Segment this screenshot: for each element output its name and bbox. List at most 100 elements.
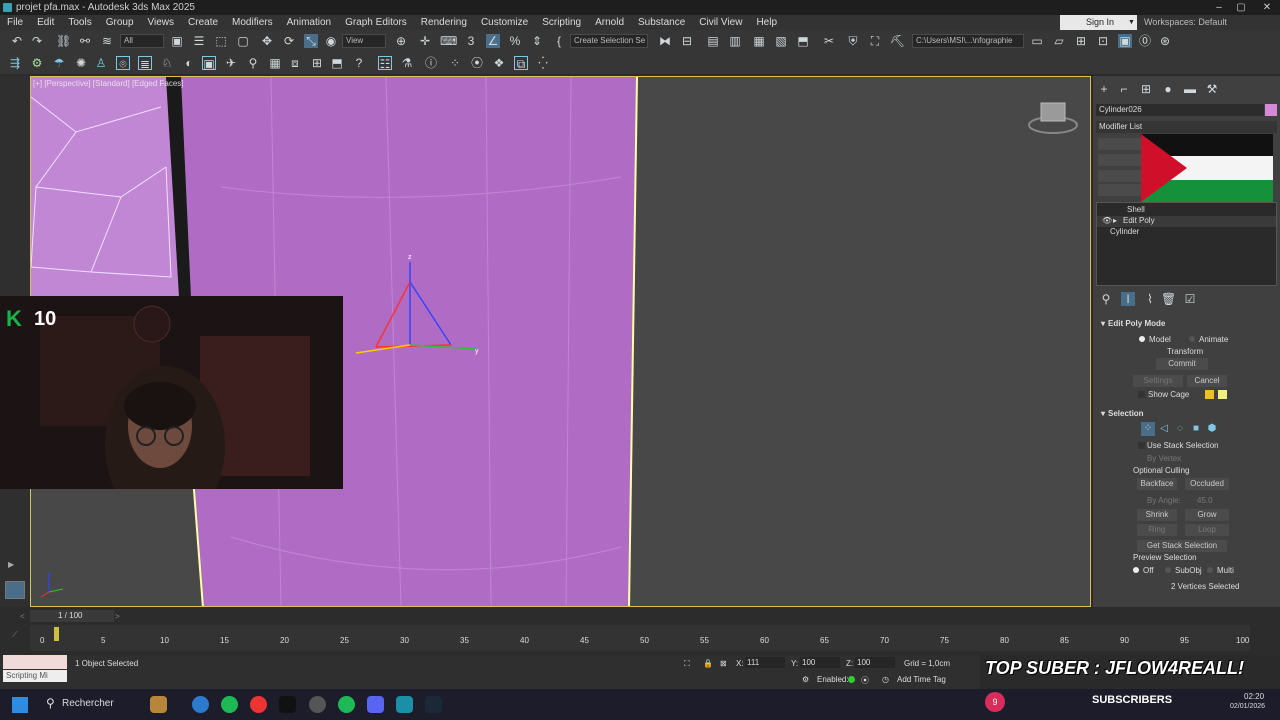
menu-civil-view[interactable]: Civil View xyxy=(692,15,749,30)
menu-tools[interactable]: Tools xyxy=(61,15,98,30)
menu-modifiers[interactable]: Modifiers xyxy=(225,15,280,30)
target-icon[interactable]: ♙ xyxy=(94,56,108,70)
menu-help[interactable]: Help xyxy=(749,15,784,30)
frame-icon[interactable]: ⧈ xyxy=(288,56,302,70)
move-icon[interactable]: ✥ xyxy=(260,34,274,48)
element-mode-icon[interactable]: ⬢ xyxy=(1205,422,1219,436)
snaps-toggle-icon[interactable]: 3 xyxy=(464,34,478,48)
maxscript-listener[interactable] xyxy=(3,655,67,669)
spinner-snap-icon[interactable]: ⇕ xyxy=(530,34,544,48)
curve-editor-toggle-icon[interactable]: ⟋ xyxy=(12,630,18,640)
mirror-icon[interactable]: ⧓ xyxy=(658,34,672,48)
maxscript-mini-input[interactable]: Scripting Mi xyxy=(3,670,67,682)
modifier-shortcut-button[interactable] xyxy=(1098,184,1143,196)
edge-browser-icon[interactable] xyxy=(192,696,209,713)
menu-file[interactable]: File xyxy=(0,15,30,30)
viewport-label[interactable]: [+] [Perspective] [Standard] [Edged Face… xyxy=(33,79,184,88)
scene-icon[interactable]: ⚙ xyxy=(30,56,44,70)
weather-widget-icon[interactable] xyxy=(150,696,167,713)
grow-button[interactable]: Grow xyxy=(1185,509,1229,521)
wand-icon[interactable]: ⚗ xyxy=(400,56,414,70)
menu-arnold[interactable]: Arnold xyxy=(588,15,631,30)
command-panel-toggle-icon[interactable]: ▣ xyxy=(1118,34,1132,48)
pivot-center-icon[interactable]: ⊕ xyxy=(394,34,408,48)
selection-filter[interactable]: All xyxy=(120,34,164,48)
modifier-list-dropdown[interactable]: Modifier List xyxy=(1096,121,1277,133)
project-folder-icon[interactable]: ▱ xyxy=(1052,34,1066,48)
scale-icon[interactable]: ⤡ xyxy=(304,34,318,48)
unlink-icon[interactable]: ⚯ xyxy=(78,34,92,48)
model-radio[interactable] xyxy=(1139,336,1145,342)
tiktok-icon[interactable] xyxy=(279,696,296,713)
preview-subobj-radio[interactable] xyxy=(1165,567,1171,573)
light-icon[interactable]: ☂ xyxy=(52,56,66,70)
remove-modifier-icon[interactable]: 🗑 xyxy=(1161,292,1176,306)
select-object-icon[interactable]: ▣ xyxy=(170,34,184,48)
render-setup-icon[interactable]: ✂ xyxy=(822,34,836,48)
modifier-shortcut-button[interactable] xyxy=(1098,154,1143,166)
dots-icon[interactable]: ⁘ xyxy=(448,56,462,70)
selection-title[interactable]: Selection xyxy=(1108,409,1144,418)
project-path[interactable]: C:\Users\MSI\...\nfographie xyxy=(912,34,1024,48)
rectangular-selection-icon[interactable]: ⬚ xyxy=(214,34,228,48)
utilities-tab-icon[interactable]: ⚒ xyxy=(1205,82,1219,96)
bind-space-warp-icon[interactable]: ≋ xyxy=(100,34,114,48)
enabled-indicator[interactable] xyxy=(848,676,855,683)
stack-item-edit-poly[interactable]: 👁 ▸ Edit Poly xyxy=(1097,216,1276,227)
workspaces-select[interactable]: Workspaces: Default xyxy=(1144,15,1227,30)
layer-explorer-icon[interactable]: ▥ xyxy=(728,34,742,48)
rollout-toggle-icon[interactable]: ▾ xyxy=(1101,409,1105,418)
material-editor-icon[interactable]: ⬒ xyxy=(796,34,810,48)
ring-button[interactable]: Ring xyxy=(1137,524,1177,536)
globe-icon[interactable]: ⊛ xyxy=(1158,34,1172,48)
camera-icon[interactable]: ⌾ xyxy=(116,56,130,71)
search-box[interactable]: Rechercher xyxy=(62,698,114,709)
chrome-icon[interactable] xyxy=(250,696,267,713)
maximize-button[interactable]: ▢ xyxy=(1230,0,1252,15)
modify-tab-icon[interactable]: ⌐ xyxy=(1117,82,1131,96)
render-icon[interactable]: ⛶ xyxy=(868,34,882,48)
spotify-icon[interactable] xyxy=(221,696,238,713)
time-cursor[interactable] xyxy=(54,627,59,641)
reference-coordinate-select[interactable]: View xyxy=(342,34,386,48)
spotify-alt-icon[interactable] xyxy=(338,696,355,713)
schematic-view-icon[interactable]: ▧ xyxy=(774,34,788,48)
window-crossing-icon[interactable]: ▢ xyxy=(236,34,250,48)
angle-snap-icon[interactable]: ∠ xyxy=(486,34,500,48)
pin-stack-icon[interactable]: ⚲ xyxy=(1099,292,1113,306)
expand-arrow-icon[interactable]: ▸ xyxy=(1113,216,1117,225)
app-icon[interactable] xyxy=(309,696,326,713)
expand-arrow-icon[interactable]: ▶ xyxy=(8,560,14,569)
loop-button[interactable]: Loop xyxy=(1185,524,1229,536)
menu-group[interactable]: Group xyxy=(99,15,141,30)
3dsmax-icon[interactable] xyxy=(396,696,413,713)
minimize-button[interactable]: – xyxy=(1208,0,1230,15)
bone-icon[interactable]: ♘ xyxy=(160,56,174,70)
make-unique-icon[interactable]: ⌇ xyxy=(1143,292,1157,306)
preview-multi-radio[interactable] xyxy=(1207,567,1213,573)
hierarchy-tab-icon[interactable]: ⊞ xyxy=(1139,82,1153,96)
windows-start-icon[interactable] xyxy=(12,697,28,713)
absolute-mode-icon[interactable]: ⊠ xyxy=(720,659,727,668)
use-stack-checkbox[interactable] xyxy=(1138,442,1145,449)
menu-edit[interactable]: Edit xyxy=(30,15,61,30)
cage-color-swatch[interactable] xyxy=(1205,390,1214,399)
select-manipulate-icon[interactable]: ✛ xyxy=(418,34,432,48)
render-frame-icon[interactable]: ▣ xyxy=(202,56,216,71)
stack-item-cylinder[interactable]: Cylinder xyxy=(1097,227,1276,238)
info-icon[interactable]: ⓘ xyxy=(424,56,438,70)
menu-customize[interactable]: Customize xyxy=(474,15,535,30)
menu-substance[interactable]: Substance xyxy=(631,15,692,30)
rendered-frame-icon[interactable]: ⛨ xyxy=(846,34,860,48)
menu-rendering[interactable]: Rendering xyxy=(414,15,474,30)
render-production-icon[interactable]: ⛏ xyxy=(890,34,905,48)
stack-item-shell[interactable]: Shell xyxy=(1097,205,1276,216)
show-end-result-icon[interactable]: I xyxy=(1121,292,1135,306)
menu-views[interactable]: Views xyxy=(141,15,182,30)
sign-in-button[interactable]: Sign In ▼ xyxy=(1060,15,1137,30)
redo-icon[interactable]: ↷ xyxy=(30,34,44,48)
time-tag-icon[interactable]: ◷ xyxy=(882,675,889,684)
border-mode-icon[interactable]: ◌ xyxy=(1173,422,1187,436)
layer-icon[interactable]: ⇶ xyxy=(8,56,22,70)
isolate-icon[interactable]: ⛶ xyxy=(684,659,690,669)
